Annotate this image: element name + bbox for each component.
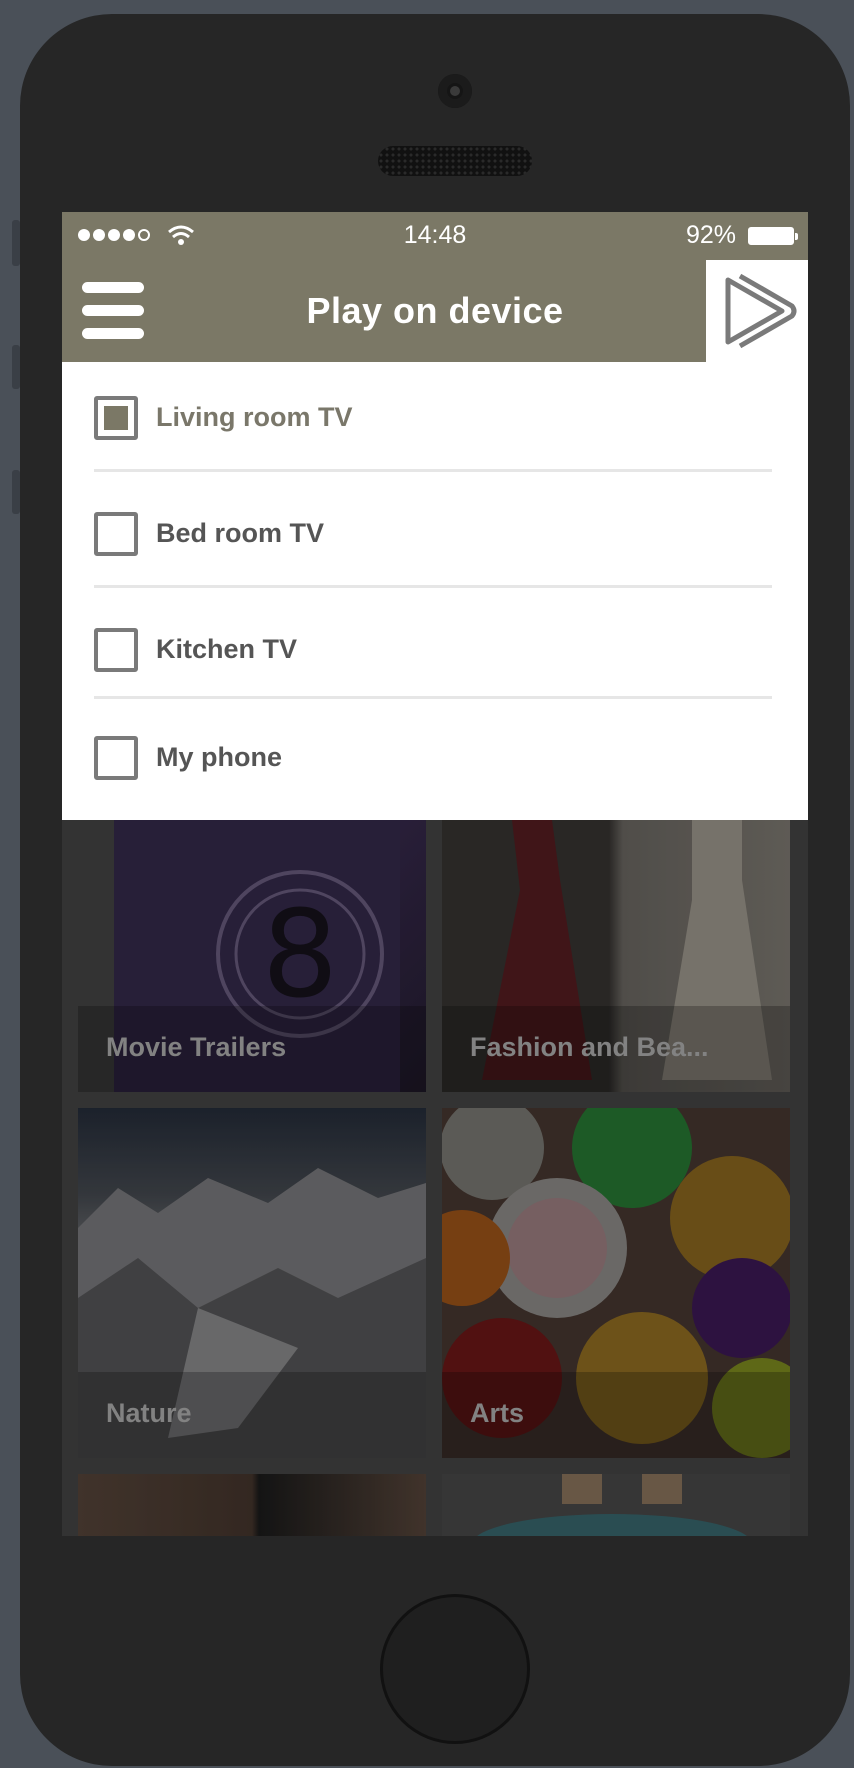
tile-caption: Nature — [78, 1372, 426, 1458]
category-tile-fashion[interactable]: Fashion and Bea... — [442, 820, 790, 1092]
mute-switch — [12, 220, 20, 266]
device-checkbox[interactable] — [94, 396, 138, 440]
cupcakes-photo — [477, 1474, 747, 1536]
category-tile-nature[interactable]: Nature — [78, 1108, 426, 1458]
device-option-kitchen-tv[interactable]: Kitchen TV — [94, 594, 772, 704]
volume-down-button — [12, 470, 20, 514]
page-title: Play on device — [306, 290, 564, 331]
device-checkbox[interactable] — [94, 512, 138, 556]
divider — [94, 585, 772, 588]
tile-caption: Arts — [442, 1372, 790, 1458]
front-camera — [438, 74, 472, 108]
device-option-living-room-tv[interactable]: Living room TV — [94, 362, 772, 472]
status-bar: 14:48 92% — [62, 212, 808, 260]
battery-percentage: 92% — [685, 221, 736, 249]
category-label: Nature — [106, 1398, 192, 1428]
category-label: Fashion and Bea... — [470, 1032, 709, 1062]
device-selector-panel: Living room TV Bed room TV Kitchen TV My… — [62, 362, 808, 820]
category-tile-desserts[interactable] — [442, 1474, 790, 1536]
device-option-bed-room-tv[interactable]: Bed room TV — [94, 478, 772, 588]
device-label: Living room TV — [156, 402, 353, 432]
device-label: My phone — [156, 742, 282, 772]
nav-bar: Play on device — [62, 260, 808, 362]
device-label: Kitchen TV — [156, 634, 298, 664]
device-label: Bed room TV — [156, 518, 325, 548]
device-checkbox[interactable] — [94, 736, 138, 780]
category-label: Arts — [470, 1398, 525, 1428]
play-on-device-button[interactable] — [706, 260, 808, 362]
category-tile-movie-trailers[interactable]: 8 Movie Trailers — [78, 820, 426, 1092]
divider — [94, 696, 772, 699]
tile-caption: Movie Trailers — [78, 1006, 426, 1092]
device-option-my-phone[interactable]: My phone — [94, 702, 772, 812]
play-cast-icon — [725, 273, 797, 349]
svg-text:8: 8 — [262, 886, 338, 1025]
category-tile-food[interactable] — [78, 1474, 426, 1536]
divider — [94, 469, 772, 472]
phone-screen: 14:48 92% Play on device 8 Movie Trailer… — [62, 212, 808, 1536]
device-checkbox[interactable] — [94, 628, 138, 672]
earpiece-speaker — [378, 146, 532, 176]
battery-icon — [748, 227, 798, 245]
volume-up-button — [12, 345, 20, 389]
home-button[interactable] — [380, 1594, 530, 1744]
tile-caption: Fashion and Bea... — [442, 1006, 790, 1092]
category-label: Movie Trailers — [106, 1032, 287, 1062]
category-tile-arts[interactable]: Arts — [442, 1108, 790, 1458]
